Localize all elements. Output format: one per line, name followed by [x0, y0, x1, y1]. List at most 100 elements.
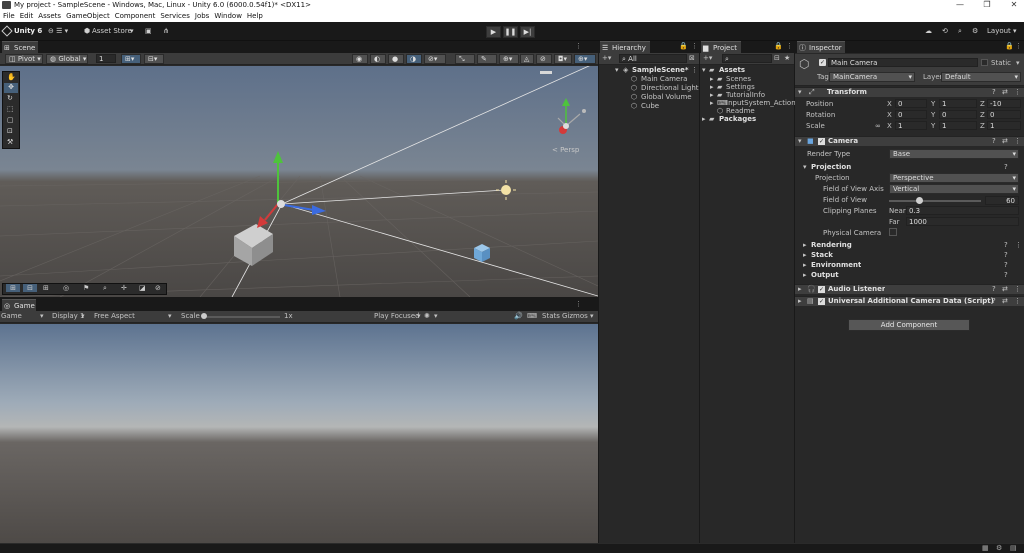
urp-preset-icon[interactable]: ⇄	[1002, 297, 1008, 305]
hierarchy-item[interactable]: ⬡ Cube	[599, 102, 699, 111]
rotation-z-field[interactable]: 0	[987, 110, 1021, 119]
game-mode-chevron-icon[interactable]: ▾	[40, 312, 44, 320]
transform-tool-icon[interactable]: ⊡	[7, 127, 13, 135]
rotation-y-field[interactable]: 0	[939, 110, 977, 119]
project-favorite-icon[interactable]: ★	[784, 54, 790, 62]
camera-help-icon[interactable]: ?	[992, 137, 996, 145]
play-button[interactable]: ▶	[486, 26, 501, 38]
gizmos-button[interactable]: Gizmos	[562, 312, 588, 320]
asset-store-dropdown-icon[interactable]: ▾	[130, 25, 134, 37]
audio-listener-expand-icon[interactable]: ▸	[798, 285, 802, 293]
fx-toggle-icon[interactable]: ◬	[520, 54, 534, 64]
fov-axis-dropdown[interactable]: Vertical ▾	[889, 184, 1019, 194]
play-focused-dropdown[interactable]: Play Focused	[374, 312, 420, 320]
project-packages-row[interactable]: ▸ ▰ Packages	[700, 115, 794, 124]
scale-x-field[interactable]: 1	[895, 121, 927, 130]
audio-listener-header[interactable]: ▸ 🎧 ✓ Audio Listener ? ⇄ ⋮	[795, 284, 1024, 294]
rendering-menu-icon[interactable]: ⋮	[1015, 241, 1022, 249]
rendering-foldout[interactable]: ▸ Rendering ? ⋮	[795, 241, 1024, 250]
project-add-icon[interactable]: +▾	[703, 54, 712, 62]
camera-menu-icon[interactable]: ⋮	[1014, 137, 1021, 145]
scene-expand-icon[interactable]: ▾	[615, 66, 619, 74]
scale-tool-icon[interactable]: ⬚	[7, 105, 14, 113]
stack-expand-icon[interactable]: ▸	[803, 251, 807, 259]
projection-foldout[interactable]: ▾ Projection ?	[795, 162, 1024, 172]
menu-jobs[interactable]: Jobs	[195, 11, 209, 22]
menu-file[interactable]: File	[3, 11, 15, 22]
hierarchy-item[interactable]: ⬡ Main Camera	[599, 75, 699, 84]
step-button[interactable]: ▶|	[520, 26, 535, 38]
project-asset-row[interactable]: ▸ ⌨ InputSystem_Actions	[700, 99, 799, 107]
tab-scene[interactable]: ⊞ Scene	[2, 41, 38, 53]
debug-mode-icon[interactable]: ⚙	[996, 544, 1002, 552]
urp-data-checkbox[interactable]: ✓	[818, 298, 825, 305]
folder-expand-icon[interactable]: ▸	[710, 83, 714, 91]
transform-preset-icon[interactable]: ⇄	[1002, 88, 1008, 96]
transform-help-icon[interactable]: ?	[992, 88, 996, 96]
ai-navigation-icon[interactable]: ⚑	[83, 284, 89, 292]
environment-expand-icon[interactable]: ▸	[803, 261, 807, 269]
project-search-input[interactable]: ⌕	[722, 54, 772, 63]
shaded-icon[interactable]: ●	[388, 54, 404, 64]
hierarchy-menu-icon[interactable]: ⋮	[691, 42, 698, 50]
view-options-icon[interactable]: ◪	[139, 284, 146, 292]
project-lock-icon[interactable]: 🔒	[774, 42, 783, 50]
persp-label[interactable]: < Persp	[552, 146, 579, 154]
audio-toggle-icon[interactable]: ⊕▾	[499, 54, 519, 64]
increment-snap-icon[interactable]: ⊟▾	[144, 54, 164, 64]
tab-hierarchy[interactable]: ☰ Hierarchy	[600, 41, 650, 53]
urp-data-header[interactable]: ▸ ▤ ✓ Universal Additional Camera Data (…	[795, 296, 1024, 306]
camera-enabled-checkbox[interactable]: ✓	[818, 138, 825, 145]
hierarchy-scene-row[interactable]: ▾ ◈ SampleScene* ⋮	[599, 66, 699, 75]
scene-menu-icon[interactable]: ⋮	[691, 66, 698, 74]
grid-size-field[interactable]: 1	[96, 54, 116, 63]
inspector-lock-icon[interactable]: 🔒	[1005, 42, 1014, 50]
play-focused-chevron-icon[interactable]: ▾	[417, 312, 421, 320]
inspector-menu-icon[interactable]: ⋮	[1015, 42, 1022, 50]
aspect-dropdown[interactable]: Free Aspect	[94, 312, 135, 320]
tab-inspector[interactable]: ⓘ Inspector	[797, 41, 845, 53]
tag-dropdown[interactable]: MainCamera ▾	[829, 72, 915, 82]
rendering-help-icon[interactable]: ?	[1004, 241, 1008, 249]
search-icon[interactable]: ⌕	[958, 25, 962, 37]
static-dropdown-icon[interactable]: ▾	[1016, 59, 1020, 67]
maximize-button[interactable]: ❐	[980, 0, 994, 11]
scene-tab-menu-icon[interactable]: ⋮	[575, 42, 582, 50]
grid-visibility-icon[interactable]: ⊞	[43, 284, 49, 292]
scale-y-field[interactable]: 1	[939, 121, 977, 130]
history-icon[interactable]: ⟲	[942, 25, 948, 37]
tab-game[interactable]: ◎ Game	[2, 299, 36, 311]
hierarchy-lock-icon[interactable]: 🔒	[679, 42, 688, 50]
project-asset-row[interactable]: ⬡ Readme	[700, 107, 794, 115]
stats-button[interactable]: Stats	[542, 312, 560, 320]
scale-slider-thumb[interactable]	[201, 313, 207, 319]
pivot-dropdown[interactable]: ◫ Pivot ▾	[5, 54, 43, 64]
package-icon[interactable]: ▣	[145, 25, 152, 37]
hierarchy-item[interactable]: ⬡ Global Volume	[599, 93, 699, 102]
crosshair-icon[interactable]: ✛	[121, 284, 127, 292]
menu-services[interactable]: Services	[160, 11, 190, 22]
hierarchy-add-icon[interactable]: +▾	[602, 54, 611, 62]
transform-expand-icon[interactable]: ▾	[798, 88, 802, 96]
hand-tool-icon[interactable]: ✋	[7, 73, 16, 81]
layout-dropdown[interactable]: Layout	[987, 25, 1011, 37]
project-assets-row[interactable]: ▾ ▰ Assets	[700, 66, 794, 75]
projection-expand-icon[interactable]: ▾	[803, 163, 807, 171]
camera-expand-icon[interactable]: ▾	[798, 137, 802, 145]
render-type-dropdown[interactable]: Base ▾	[889, 149, 1019, 159]
hidden-objects-icon[interactable]: ⊘	[536, 54, 552, 64]
progress-icon[interactable]: ▦	[982, 544, 989, 552]
position-y-field[interactable]: 1	[939, 99, 977, 108]
urp-data-expand-icon[interactable]: ▸	[798, 297, 802, 305]
project-folder-row[interactable]: ▸ ▰ TutorialInfo	[700, 91, 794, 99]
audio-preset-icon[interactable]: ⇄	[1002, 285, 1008, 293]
display-chevron-icon[interactable]: ▾	[81, 312, 85, 320]
lighting-toggle-icon[interactable]: ✎	[477, 54, 497, 64]
game-options-chevron-icon[interactable]: ▾	[434, 312, 438, 320]
gizmos-chevron-icon[interactable]: ▾	[590, 312, 594, 320]
urp-menu-icon[interactable]: ⋮	[1014, 297, 1021, 305]
move-tool-icon[interactable]: ✥	[4, 83, 18, 93]
rect-tool-icon[interactable]: ▢	[7, 116, 14, 124]
layout-chevron-down-icon[interactable]: ▾	[1013, 25, 1017, 37]
transform-menu-icon[interactable]: ⋮	[1014, 88, 1021, 96]
